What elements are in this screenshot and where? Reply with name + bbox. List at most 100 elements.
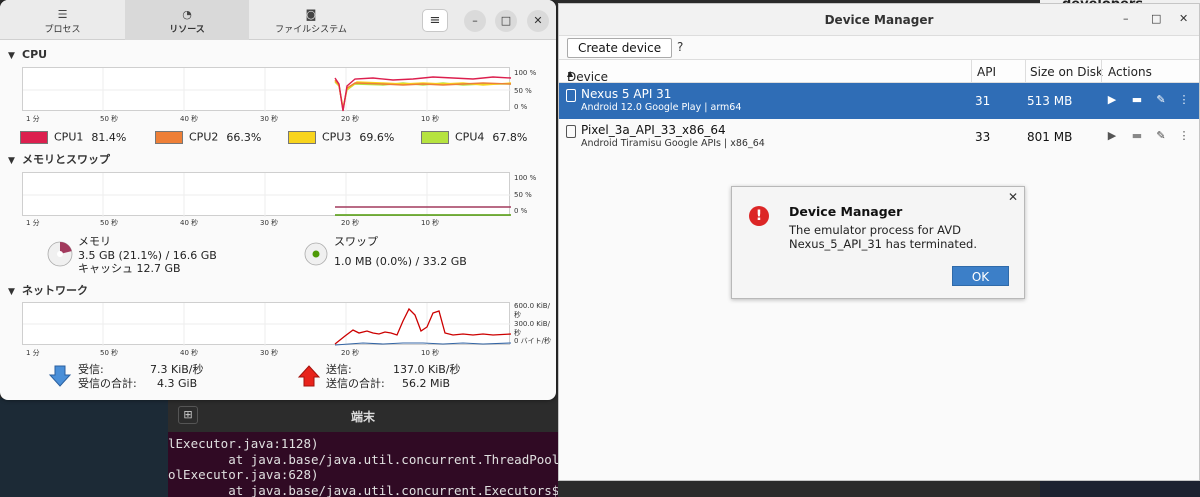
net-x-tick: 20 秒 bbox=[341, 349, 360, 357]
close-button[interactable]: ✕ bbox=[527, 10, 549, 32]
terminal-window[interactable]: ⊞ 端末 lExecutor.java:1128) at java.base/j… bbox=[168, 398, 558, 497]
tab-resources[interactable]: ◔ リソース bbox=[125, 0, 249, 40]
maximize-button[interactable]: □ bbox=[1151, 12, 1161, 25]
column-label: Device bbox=[567, 70, 609, 84]
receive-rate: 7.3 KiB/秒 bbox=[150, 363, 204, 376]
device-manager-titlebar: Device Manager – □ ✕ bbox=[559, 4, 1199, 36]
terminal-line: lExecutor.java:1128) bbox=[168, 436, 319, 451]
tab-processes[interactable]: ☰ プロセス bbox=[0, 0, 125, 40]
swap-value: 1.0 MB (0.0%) / 33.2 GB bbox=[334, 255, 467, 268]
table-row[interactable]: Pixel_3a_API_33_x86_64 Android Tiramisu … bbox=[559, 119, 1199, 155]
cpu-x-tick: 20 秒 bbox=[341, 115, 360, 123]
column-header-api[interactable]: API bbox=[977, 65, 996, 79]
send-label: 送信: bbox=[326, 363, 352, 376]
maximize-button[interactable]: □ bbox=[495, 10, 517, 32]
play-icon[interactable]: ▶ bbox=[1105, 129, 1119, 142]
cpu4-legend[interactable]: CPU4 67.8% bbox=[421, 130, 527, 144]
minimize-button[interactable]: – bbox=[464, 10, 486, 32]
device-table: Device ▲ API Size on Disk Actions Nexus … bbox=[559, 59, 1199, 155]
table-row[interactable]: Nexus 5 API 31 Android 12.0 Google Play … bbox=[559, 83, 1199, 119]
cpu-section-header[interactable]: ▼ CPU bbox=[8, 48, 47, 61]
mem-x-tick: 50 秒 bbox=[100, 219, 119, 227]
send-rate-line bbox=[334, 307, 511, 345]
memory-section-title: メモリとスワップ bbox=[22, 153, 110, 166]
close-button[interactable]: ✕ bbox=[1179, 12, 1188, 25]
receive-total-label: 受信の合計: bbox=[78, 377, 137, 390]
cpu-x-tick: 40 秒 bbox=[180, 115, 199, 123]
dialog-message-line: Nexus_5_API_31 has terminated. bbox=[789, 237, 977, 251]
network-section-header[interactable]: ▼ ネットワーク bbox=[8, 282, 88, 298]
cpu3-legend[interactable]: CPU3 69.6% bbox=[288, 130, 394, 144]
disk-icon: ◙ bbox=[305, 8, 317, 21]
cpu-pct-tick: 100 % bbox=[514, 69, 537, 77]
dialog-title: Device Manager bbox=[789, 204, 903, 219]
cpu2-color-swatch[interactable] bbox=[155, 130, 183, 144]
memory-section-header[interactable]: ▼ メモリとスワップ bbox=[8, 151, 110, 167]
cpu4-color-swatch[interactable] bbox=[421, 130, 449, 144]
folder-icon[interactable]: ▬ bbox=[1130, 93, 1144, 106]
tab-filesystems[interactable]: ◙ ファイルシステム bbox=[249, 0, 373, 40]
device-manager-toolbar: Create device ? bbox=[559, 36, 1199, 58]
network-graph bbox=[22, 302, 511, 346]
more-icon[interactable]: ⋮ bbox=[1177, 129, 1191, 142]
edit-icon[interactable]: ✎ bbox=[1154, 93, 1168, 106]
legend-value: 81.4% bbox=[91, 130, 127, 144]
chevron-down-icon: ▼ bbox=[8, 51, 15, 61]
legend-value: 67.8% bbox=[492, 130, 528, 144]
window-title: Device Manager bbox=[824, 13, 934, 27]
column-divider bbox=[1025, 60, 1026, 83]
device-description: Android 12.0 Google Play | arm64 bbox=[581, 102, 742, 113]
terminal-output[interactable]: lExecutor.java:1128) at java.base/java.u… bbox=[168, 432, 558, 497]
cpu2-legend[interactable]: CPU2 66.3% bbox=[155, 130, 261, 144]
mem-pct-tick: 0 % bbox=[514, 207, 528, 215]
minimize-button[interactable]: – bbox=[1123, 12, 1129, 25]
dialog-message: The emulator process for AVD Nexus_5_API… bbox=[789, 223, 1009, 251]
net-x-tick: 10 秒 bbox=[421, 349, 440, 357]
cpu1-legend[interactable]: CPU1 81.4% bbox=[20, 130, 126, 144]
memory-pie-chart[interactable] bbox=[46, 240, 74, 268]
background-window-bottom bbox=[1040, 480, 1200, 497]
cpu-graph bbox=[22, 67, 511, 112]
chevron-down-icon: ▼ bbox=[8, 156, 15, 166]
sysmon-header: ☰ プロセス ◔ リソース ◙ ファイルシステム ≡ – □ ✕ bbox=[0, 0, 556, 40]
memory-value: 3.5 GB (21.1%) / 16.6 GB bbox=[78, 249, 217, 262]
network-section-title: ネットワーク bbox=[22, 284, 88, 297]
tab-label: ファイルシステム bbox=[275, 25, 347, 35]
cpu3-color-swatch[interactable] bbox=[288, 130, 316, 144]
system-monitor-window: ☰ プロセス ◔ リソース ◙ ファイルシステム ≡ – □ ✕ ▼ CPU 1… bbox=[0, 0, 556, 400]
help-button[interactable]: ? bbox=[677, 40, 683, 54]
cache-value: キャッシュ 12.7 GB bbox=[78, 262, 181, 275]
tab-label: プロセス bbox=[44, 25, 81, 35]
net-x-tick: 50 秒 bbox=[100, 349, 119, 357]
swap-label: スワップ bbox=[334, 235, 378, 248]
list-icon: ☰ bbox=[57, 8, 68, 21]
column-header-device[interactable]: Device ▲ bbox=[567, 65, 608, 84]
send-rate: 137.0 KiB/秒 bbox=[393, 363, 461, 376]
send-total-label: 送信の合計: bbox=[326, 377, 385, 390]
hamburger-icon[interactable]: ≡ bbox=[422, 9, 448, 32]
column-header-size[interactable]: Size on Disk bbox=[1030, 65, 1103, 79]
net-x-tick: 40 秒 bbox=[180, 349, 199, 357]
device-size: 801 MB bbox=[1027, 130, 1073, 144]
error-dialog: ✕ ! Device Manager The emulator process … bbox=[731, 186, 1025, 299]
create-device-button[interactable]: Create device bbox=[567, 38, 673, 58]
legend-value: 69.6% bbox=[359, 130, 395, 144]
memory-label: メモリ bbox=[78, 235, 111, 248]
mem-x-tick: 30 秒 bbox=[260, 219, 279, 227]
play-icon[interactable]: ▶ bbox=[1105, 93, 1119, 106]
upload-arrow-icon bbox=[297, 365, 321, 387]
cpu-pct-tick: 50 % bbox=[514, 87, 532, 95]
mem-x-tick: 20 秒 bbox=[341, 219, 360, 227]
device-name: Nexus 5 API 31 bbox=[581, 87, 672, 101]
phone-icon bbox=[566, 125, 576, 138]
ok-button[interactable]: OK bbox=[952, 266, 1009, 286]
desktop-left-area bbox=[0, 398, 168, 497]
cpu1-color-swatch[interactable] bbox=[20, 130, 48, 144]
download-arrow-icon bbox=[48, 365, 72, 387]
edit-icon[interactable]: ✎ bbox=[1154, 129, 1168, 142]
close-icon[interactable]: ✕ bbox=[1008, 190, 1018, 204]
folder-icon[interactable]: ▬ bbox=[1130, 129, 1144, 142]
more-icon[interactable]: ⋮ bbox=[1177, 93, 1191, 106]
column-divider bbox=[1101, 60, 1102, 83]
swap-pie-chart[interactable] bbox=[303, 241, 329, 267]
